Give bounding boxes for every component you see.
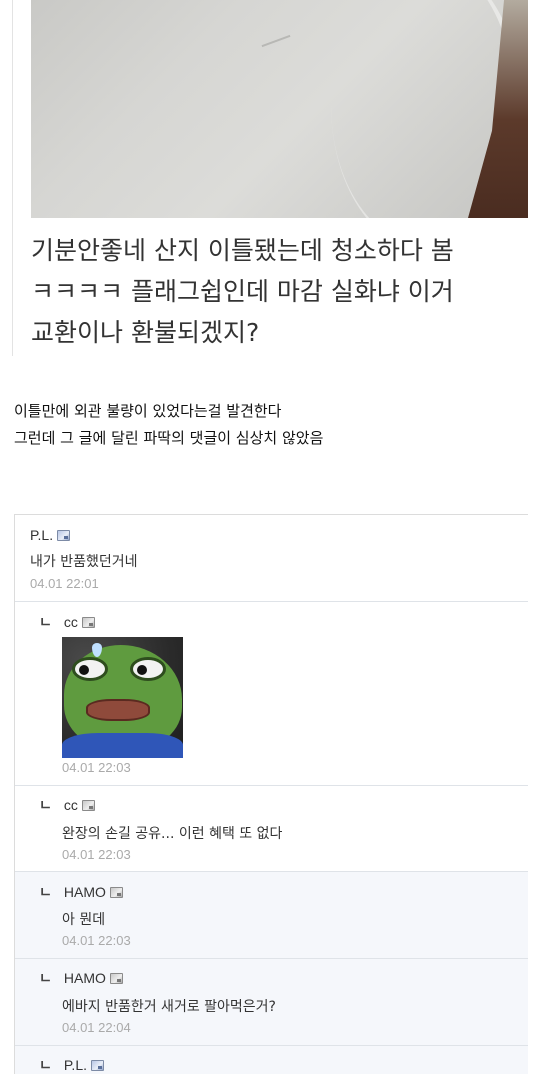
post-photo (31, 0, 528, 218)
post-line-2: ㅋㅋㅋㅋ 플래그쉽인데 마감 실화냐 이거 (31, 277, 454, 306)
gray-badge-icon (109, 886, 123, 898)
reply-item: ㄴ HAMO 아 뭔데 04.01 22:03 (15, 872, 528, 959)
gray-badge-icon (81, 616, 95, 628)
sad-frog-emoticon (62, 637, 183, 758)
comment-nickname[interactable]: cc (64, 614, 78, 630)
reply-arrow-icon: ㄴ (39, 1058, 52, 1074)
reply-arrow-icon: ㄴ (39, 798, 52, 814)
comment-time: 04.01 22:04 (62, 1020, 131, 1035)
comment-header: ㄴ HAMO (39, 882, 123, 902)
reply-item: ㄴ cc 04.01 22:03 (15, 602, 528, 786)
reply-arrow-icon: ㄴ (39, 885, 52, 901)
blue-badge-icon (91, 1059, 104, 1071)
comment-nickname[interactable]: HAMO (64, 970, 106, 986)
gray-badge-icon (109, 972, 123, 984)
caption: 이틀만에 외관 불량이 있었다는걸 발견한다 그런데 그 글에 달린 파딱의 댓… (14, 398, 323, 452)
comment-item: P.L. 내가 반품했던거네 04.01 22:01 (15, 515, 528, 602)
post-card: 기분안좋네 산지 이틀됐는데 청소하다 봄 ㅋㅋㅋㅋ 플래그쉽인데 마감 실화냐… (12, 0, 528, 356)
post-body: 기분안좋네 산지 이틀됐는데 청소하다 봄 ㅋㅋㅋㅋ 플래그쉽인데 마감 실화냐… (31, 230, 521, 353)
comment-header: ㄴ cc (39, 612, 95, 632)
comment-time: 04.01 22:03 (62, 933, 131, 948)
post-line-3: 교환이나 환불되겠지? (31, 318, 260, 347)
comment-header: ㄴ cc (39, 795, 95, 815)
reply-arrow-icon: ㄴ (39, 971, 52, 987)
comment-header: ㄴ P.L. (39, 1055, 104, 1074)
comment-text: 에바지 반품한거 새거로 팔아먹은거? (62, 999, 276, 1015)
comment-nickname[interactable]: HAMO (64, 884, 106, 900)
comment-header: P.L. (30, 525, 71, 545)
reply-item: ㄴ cc 완장의 손길 공유... 이런 혜택 또 없다 04.01 22:03 (15, 786, 528, 872)
reply-item: ㄴ P.L. (15, 1046, 528, 1074)
comment-nickname[interactable]: P.L. (64, 1057, 87, 1073)
comment-text: 완장의 손길 공유... 이런 혜택 또 없다 (62, 826, 283, 842)
comment-time: 04.01 22:03 (62, 760, 131, 775)
comment-nickname[interactable]: cc (64, 797, 78, 813)
comment-header: ㄴ HAMO (39, 968, 123, 988)
comment-nickname[interactable]: P.L. (30, 527, 53, 543)
post-line-1: 기분안좋네 산지 이틀됐는데 청소하다 봄 (31, 236, 454, 265)
comment-list: P.L. 내가 반품했던거네 04.01 22:01 ㄴ cc 04.01 22… (14, 514, 528, 1074)
caption-line-1: 이틀만에 외관 불량이 있었다는걸 발견한다 (14, 402, 282, 420)
comment-time: 04.01 22:01 (30, 576, 99, 591)
reply-arrow-icon: ㄴ (39, 615, 52, 631)
reply-item: ㄴ HAMO 에바지 반품한거 새거로 팔아먹은거? 04.01 22:04 (15, 959, 528, 1046)
caption-line-2: 그런데 그 글에 달린 파딱의 댓글이 심상치 않았음 (14, 429, 324, 447)
comment-text: 내가 반품했던거네 (30, 554, 138, 570)
gray-badge-icon (81, 799, 95, 811)
photo-scratch-mark (261, 34, 291, 48)
comment-time: 04.01 22:03 (62, 847, 131, 862)
comment-text: 아 뭔데 (62, 912, 106, 928)
blue-badge-icon (57, 529, 71, 541)
